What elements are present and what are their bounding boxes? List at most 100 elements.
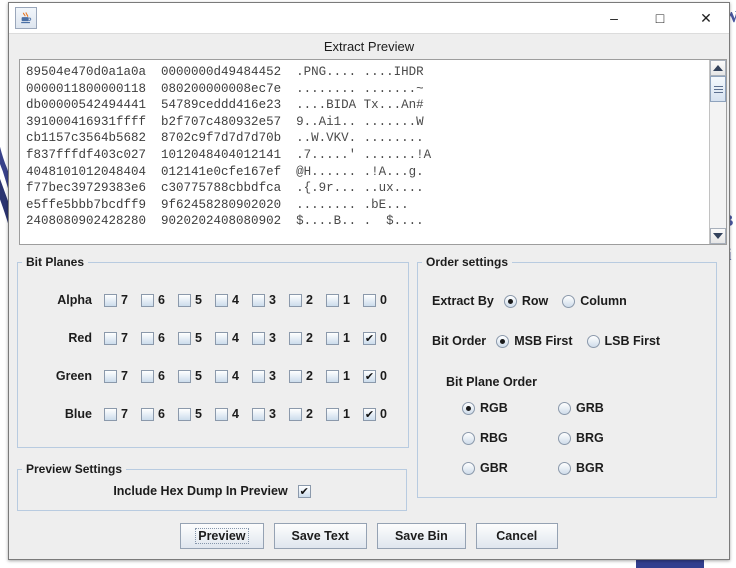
preview-button[interactable]: Preview [180,523,264,549]
checkbox-red-bit-5[interactable]: ✔ [178,331,191,345]
checkbox-blue-bit-4[interactable]: ✔ [215,407,228,421]
hex-column-2: 8702c9f7d7d7d70b [161,131,282,146]
radio-indicator[interactable] [558,461,571,475]
include-hex-dump-checkbox[interactable]: ✔ [297,484,311,498]
bit-plane-order-option-rbg[interactable]: RBG [462,431,532,445]
checkbox-red-bit-4[interactable]: ✔ [215,331,228,345]
checkbox-alpha-bit-1[interactable]: ✔ [326,293,339,307]
bit-number-label: 1 [343,369,350,383]
hex-column-1: f77bec39729383e6 [26,181,147,196]
checkbox-blue-bit-2[interactable]: ✔ [289,407,302,421]
save-text-button[interactable]: Save Text [273,523,367,549]
checkbox-blue-bit-3[interactable]: ✔ [252,407,265,421]
bit-number-label: 5 [195,293,202,307]
checkbox-alpha-bit-3[interactable]: ✔ [252,293,265,307]
close-button[interactable]: ✕ [683,4,729,33]
scroll-up-arrow-icon[interactable] [710,60,726,76]
checkbox-green-bit-0[interactable]: ✔ [363,369,376,383]
bit-order-option-msb-first[interactable]: MSB First [496,334,573,348]
radio-label: GBR [480,461,508,475]
radio-label: Row [521,294,549,308]
bit-plane-row-green: Green✔7✔6✔5✔4✔3✔2✔1✔0 [26,357,400,395]
hex-column-2: c30775788cbbdfca [161,181,282,196]
checkbox-red-bit-1[interactable]: ✔ [326,331,339,345]
minimize-button[interactable]: – [591,4,637,33]
checkbox-green-bit-2[interactable]: ✔ [289,369,302,383]
left-column: Bit Planes Alpha✔7✔6✔5✔4✔3✔2✔1✔0Red✔7✔6✔… [17,255,409,511]
checkbox-red-bit-6[interactable]: ✔ [141,331,154,345]
radio-indicator[interactable] [562,294,576,308]
radio-indicator[interactable] [462,431,475,445]
radio-label: LSB First [604,334,661,348]
bit-number-label: 5 [195,369,202,383]
java-coffee-cup-icon [15,7,37,29]
bit-plane-order-option-rgb[interactable]: RGB [462,401,532,415]
checkbox-blue-bit-1[interactable]: ✔ [326,407,339,421]
radio-indicator[interactable] [462,401,475,415]
scroll-down-arrow-icon[interactable] [710,228,726,244]
bit-cell: ✔0 [363,407,400,421]
checkbox-green-bit-1[interactable]: ✔ [326,369,339,383]
checkbox-green-bit-7[interactable]: ✔ [104,369,117,383]
hex-dump-line: 2408080902428280 9020202408080902 $....B… [26,213,709,230]
bit-plane-order-option-gbr[interactable]: GBR [462,461,532,475]
hex-dump-text[interactable]: 89504e470d0a1a0a 0000000d49484452 .PNG..… [20,60,709,244]
checkbox-red-bit-0[interactable]: ✔ [363,331,376,345]
bit-plane-order-option-bgr[interactable]: BGR [558,461,628,475]
channel-label: Green [55,369,92,383]
bit-plane-order-row: RGB GRB [462,393,708,423]
ascii-column: 9..Ai1.. .......W [296,114,424,129]
radio-indicator[interactable] [558,431,571,445]
checkbox-red-bit-7[interactable]: ✔ [104,331,117,345]
checkbox-green-bit-6[interactable]: ✔ [141,369,154,383]
checkmark-icon: ✔ [299,484,309,498]
hex-column-1: 89504e470d0a1a0a [26,65,147,79]
checkbox-blue-bit-7[interactable]: ✔ [104,407,117,421]
extract-preview-dialog: – □ ✕ Extract Preview 89504e470d0a1a0a 0… [8,2,730,560]
hex-column-1: db00000542494441 [26,98,147,113]
order-settings-legend: Order settings [426,255,509,269]
checkbox-green-bit-5[interactable]: ✔ [178,369,191,383]
checkbox-alpha-bit-5[interactable]: ✔ [178,293,191,307]
bit-cell: ✔5 [178,407,215,421]
radio-indicator[interactable] [586,334,600,348]
hex-preview-scrollbar[interactable] [709,60,727,244]
extract-by-option-row[interactable]: Row [503,294,549,308]
ascii-column: .PNG.... ....IHDR [296,65,424,79]
bit-order-option-lsb-first[interactable]: LSB First [586,334,661,348]
radio-indicator[interactable] [558,401,571,415]
bit-number-label: 3 [269,407,276,421]
hex-dump-line: 4048101012048404 012141e0cfe167ef @H....… [26,164,709,181]
bit-plane-order-option-brg[interactable]: BRG [558,431,628,445]
checkbox-green-bit-4[interactable]: ✔ [215,369,228,383]
checkbox-green-bit-3[interactable]: ✔ [252,369,265,383]
checkbox-blue-bit-5[interactable]: ✔ [178,407,191,421]
checkbox-blue-bit-0[interactable]: ✔ [363,407,376,421]
bit-number-label: 7 [121,293,128,307]
checkbox-alpha-bit-2[interactable]: ✔ [289,293,302,307]
hex-column-2: 080200000008ec7e [161,81,282,96]
checkbox-alpha-bit-6[interactable]: ✔ [141,293,154,307]
extract-by-option-column[interactable]: Column [562,294,627,308]
scrollbar-track[interactable] [710,76,726,228]
cancel-button[interactable]: Cancel [475,523,558,549]
radio-indicator[interactable] [496,334,510,348]
radio-indicator[interactable] [462,461,475,475]
bit-cell: ✔2 [289,331,326,345]
scrollbar-thumb[interactable] [710,76,726,102]
bit-plane-order-option-grb[interactable]: GRB [558,401,628,415]
checkbox-alpha-bit-7[interactable]: ✔ [104,293,117,307]
bit-cell: ✔3 [252,369,289,383]
radio-indicator[interactable] [503,294,517,308]
checkbox-alpha-bit-4[interactable]: ✔ [215,293,228,307]
bit-cell: ✔1 [326,331,363,345]
checkbox-alpha-bit-0[interactable]: ✔ [363,293,376,307]
save-bin-button[interactable]: Save Bin [376,523,466,549]
checkbox-red-bit-2[interactable]: ✔ [289,331,302,345]
hex-column-2: 0000000d49484452 [161,65,282,79]
checkbox-red-bit-3[interactable]: ✔ [252,331,265,345]
maximize-button[interactable]: □ [637,4,683,33]
checkbox-blue-bit-6[interactable]: ✔ [141,407,154,421]
ascii-column: .{.9r... ..ux.... [296,181,424,196]
radio-label: BGR [576,461,604,475]
